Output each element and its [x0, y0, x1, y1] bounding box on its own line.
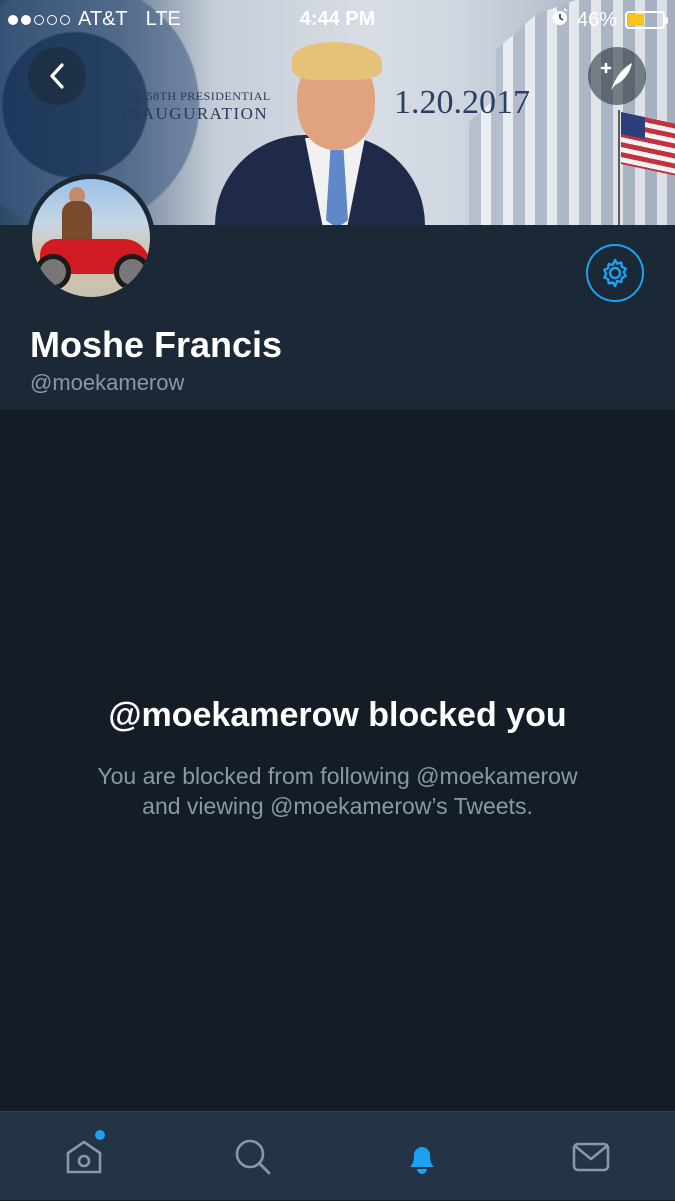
- avatar[interactable]: [27, 174, 155, 302]
- inauguration-caption: THE 58TH PRESIDENTIAL INAUGURATION: [112, 89, 277, 123]
- profile-handle: @moekamerow: [30, 370, 185, 395]
- gear-icon: [603, 258, 627, 288]
- inauguration-date: 1.20.2017: [394, 84, 530, 121]
- blocked-description-line1: You are blocked from following @moekamer…: [97, 763, 578, 789]
- blocked-description-line2: and viewing @moekamerow’s Tweets.: [142, 792, 533, 819]
- battery-icon: [625, 11, 668, 29]
- profile-settings-button[interactable]: [586, 244, 644, 302]
- compose-tweet-button[interactable]: [588, 47, 646, 105]
- flagpole: [618, 110, 620, 225]
- inauguration-line1: THE 58TH PRESIDENTIAL: [118, 89, 271, 103]
- alarm-icon: [551, 8, 569, 32]
- battery-level-fill: [628, 14, 644, 26]
- portrait-hair: [292, 42, 382, 80]
- mail-icon: [572, 1142, 610, 1171]
- home-icon: [66, 1140, 102, 1173]
- inauguration-line2: INAUGURATION: [120, 103, 269, 123]
- status-bar: AT&T LTE 4:44 PM 46%: [0, 0, 675, 38]
- home-notification-dot: [95, 1130, 105, 1140]
- tab-notifications[interactable]: [338, 1112, 506, 1201]
- tab-search[interactable]: [169, 1112, 337, 1201]
- blocked-description: You are blocked from following @moekamer…: [0, 762, 675, 822]
- profile-display-name: Moshe Francis: [30, 324, 283, 365]
- status-right: 46%: [551, 8, 668, 32]
- search-icon: [235, 1139, 271, 1174]
- chevron-left-icon: [50, 63, 64, 89]
- tab-home[interactable]: [0, 1112, 168, 1201]
- tab-messages[interactable]: [507, 1112, 675, 1201]
- battery-percent: 46%: [576, 8, 617, 31]
- bottom-tab-bar: [0, 1111, 675, 1200]
- back-button[interactable]: [28, 47, 86, 105]
- bell-icon: [410, 1146, 434, 1174]
- compose-feather-icon: [600, 62, 632, 90]
- blocked-title: @moekamerow blocked you: [108, 696, 567, 734]
